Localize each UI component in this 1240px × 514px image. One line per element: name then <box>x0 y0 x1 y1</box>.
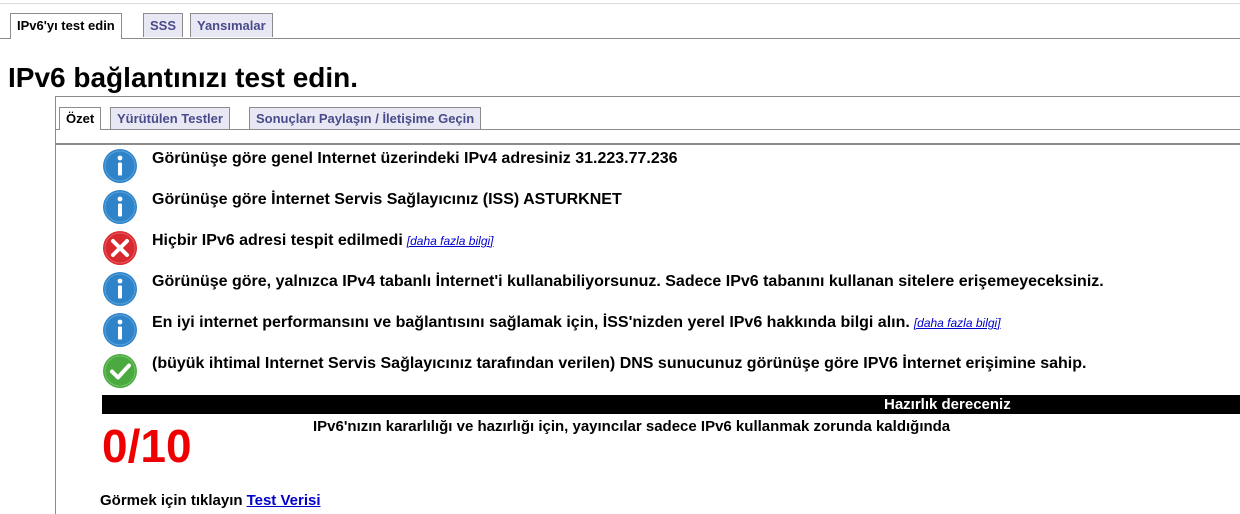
tab-summary[interactable]: Özet <box>59 107 102 130</box>
readiness-score: 0/10 <box>102 420 192 472</box>
result-text: Hiçbir IPv6 adresi tespit edilmedi <box>152 232 403 249</box>
result-ipv4-only: Görünüşe göre, yalnızca IPv4 tabanlı İnt… <box>152 272 1104 292</box>
info-icon <box>102 148 138 184</box>
top-border <box>0 3 1240 4</box>
more-info-link[interactable]: [daha fazla bilgi] <box>407 234 494 248</box>
panel-left-border <box>55 96 56 514</box>
result-text: Görünüşe göre İnternet Servis Sağlayıcın… <box>152 191 622 208</box>
result-text: Görünüşe göre genel Internet üzerindeki … <box>152 150 678 167</box>
panel-separator <box>56 143 1240 145</box>
panel-top-border <box>55 96 1240 97</box>
result-ipv4-address: Görünüşe göre genel Internet üzerindeki … <box>152 149 678 169</box>
page-title: IPv6 bağlantınızı test edin. <box>8 62 359 93</box>
result-ask-isp: En iyi internet performansını ve bağlant… <box>152 313 1001 333</box>
result-isp: Görünüşe göre İnternet Servis Sağlayıcın… <box>152 190 622 210</box>
inner-tab-baseline <box>56 129 1240 130</box>
result-no-ipv6: Hiçbir IPv6 adresi tespit edilmedi [daha … <box>152 231 494 251</box>
tab-test-ipv6[interactable]: IPv6'yı test edin <box>10 13 122 39</box>
top-tab-baseline <box>0 38 1240 39</box>
readiness-label: Hazırlık dereceniz <box>884 396 1011 413</box>
result-text: Görünüşe göre, yalnızca IPv4 tabanlı İnt… <box>152 273 1104 290</box>
readiness-bar: Hazırlık dereceniz <box>102 395 1240 414</box>
tab-tests-run[interactable]: Yürütülen Testler <box>110 107 230 129</box>
test-data-prefix: Görmek için tıklayın <box>100 492 243 509</box>
info-icon <box>102 271 138 307</box>
more-info-link[interactable]: [daha fazla bilgi] <box>914 316 1001 330</box>
test-data-line: Görmek için tıklayın Test Verisi <box>100 491 321 511</box>
info-icon <box>102 189 138 225</box>
test-data-link[interactable]: Test Verisi <box>247 492 321 509</box>
result-text: En iyi internet performansını ve bağlant… <box>152 314 910 331</box>
check-icon <box>102 353 138 389</box>
error-icon <box>102 230 138 266</box>
tab-faq[interactable]: SSS <box>143 13 184 37</box>
tab-share-results[interactable]: Sonuçları Paylaşın / İletişime Geçin <box>249 107 482 129</box>
info-icon <box>102 312 138 348</box>
result-dns-ipv6: (büyük ihtimal Internet Servis Sağlayıcı… <box>152 354 1086 374</box>
top-tab-bar: IPv6'yı test edin SSS Yansımalar <box>0 13 1240 39</box>
readiness-description: IPv6'nızın kararlılığı ve hazırlığı için… <box>313 418 951 435</box>
tab-mirrors[interactable]: Yansımalar <box>190 13 273 37</box>
inner-tab-bar: Özet Yürütülen Testler Sonuçları Paylaşı… <box>56 107 1240 131</box>
result-text: (büyük ihtimal Internet Servis Sağlayıcı… <box>152 355 1087 372</box>
